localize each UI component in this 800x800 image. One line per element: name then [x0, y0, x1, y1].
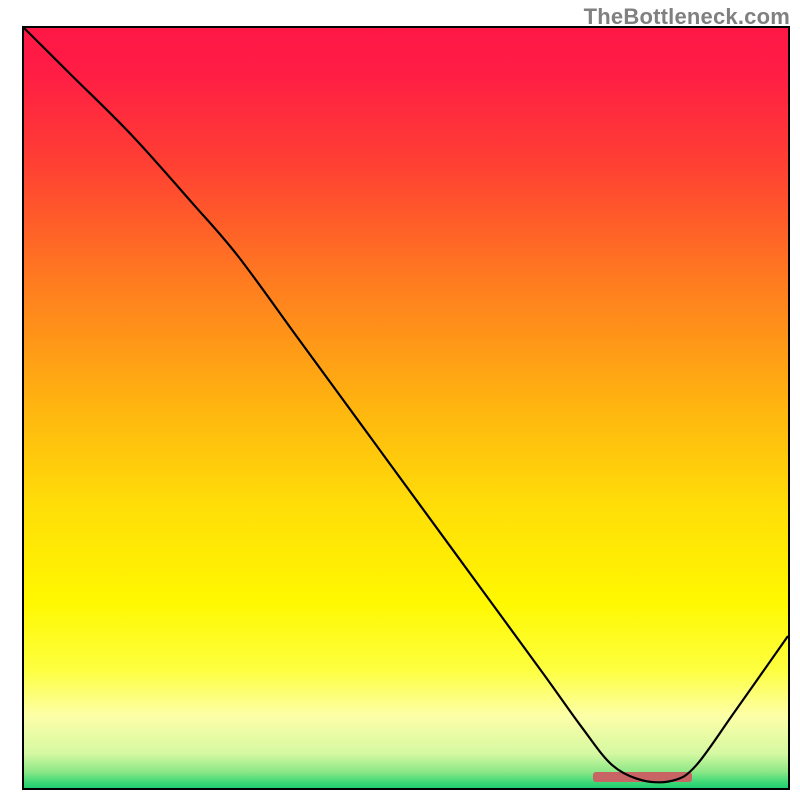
bottleneck-curve-path — [24, 28, 788, 782]
watermark-text: TheBottleneck.com — [584, 4, 790, 30]
chart-plot-area — [22, 26, 790, 790]
chart-curve — [24, 28, 788, 788]
